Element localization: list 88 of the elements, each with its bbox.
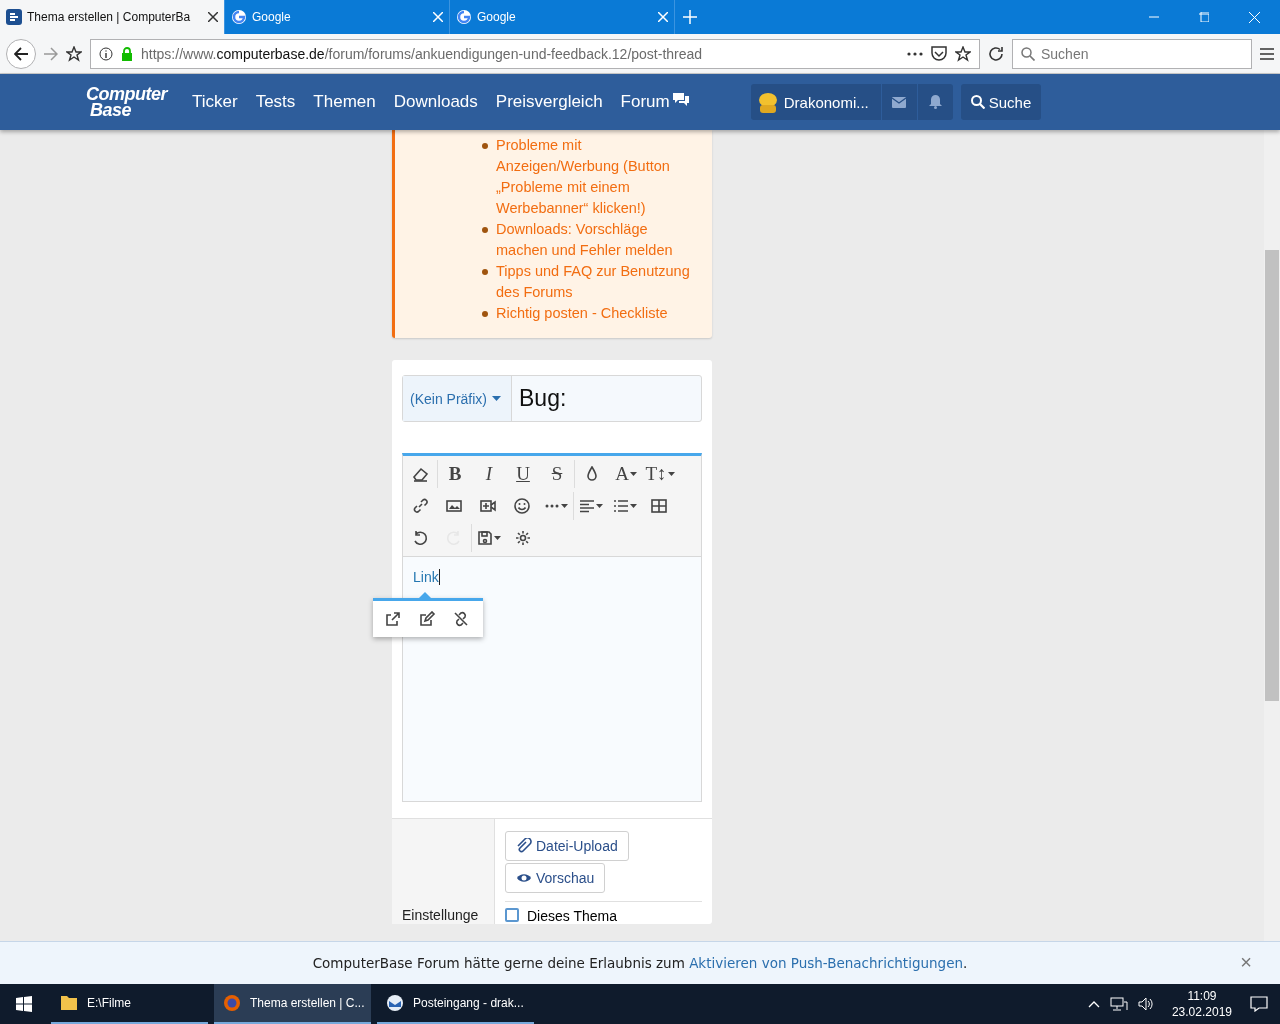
folder-icon bbox=[59, 993, 79, 1013]
nav-link[interactable]: Downloads bbox=[384, 92, 487, 112]
menu-icon[interactable] bbox=[1260, 47, 1274, 60]
droplet-icon bbox=[584, 466, 600, 482]
site-logo[interactable]: Computer Base bbox=[72, 85, 167, 119]
notifications-icon[interactable] bbox=[1250, 996, 1268, 1012]
restore-icon[interactable] bbox=[1199, 12, 1209, 22]
bell-icon[interactable] bbox=[928, 95, 942, 109]
link-icon bbox=[412, 498, 428, 514]
video-icon bbox=[480, 498, 496, 514]
toolbar-button[interactable]: B bbox=[438, 460, 472, 488]
new-tab-icon[interactable] bbox=[683, 10, 697, 24]
smiley-icon bbox=[514, 498, 530, 514]
checkbox-label: Dieses Thema bbox=[527, 908, 617, 924]
bullet-dot bbox=[482, 311, 488, 317]
taskbar-item[interactable]: Posteingang - drak... bbox=[377, 984, 534, 1024]
close-button[interactable]: × bbox=[1240, 951, 1252, 974]
search-icon bbox=[970, 95, 985, 109]
eraser-icon bbox=[412, 466, 428, 482]
gear-icon bbox=[515, 530, 531, 546]
prefix-dropdown[interactable]: (Kein Präfix) bbox=[403, 376, 512, 421]
table-icon bbox=[651, 498, 667, 514]
editor-field[interactable]: Link bbox=[403, 557, 701, 801]
caret-icon bbox=[561, 504, 568, 508]
bullet-list-icon bbox=[613, 498, 629, 514]
nav-link[interactable]: Themen bbox=[304, 92, 385, 112]
taskbar-item[interactable]: Thema erstellen | C... bbox=[214, 984, 371, 1024]
network-icon[interactable] bbox=[1109, 997, 1128, 1011]
site-icon bbox=[6, 9, 22, 25]
url-field[interactable]: https://www.computerbase.de/forum/forums/ankuendigungen-und-feedback.12/post-thread bbox=[90, 38, 980, 69]
reload-icon[interactable] bbox=[988, 45, 1004, 62]
undo-icon bbox=[412, 530, 428, 546]
pocket-icon[interactable] bbox=[931, 46, 947, 61]
close-icon[interactable] bbox=[208, 12, 218, 22]
bullet-dot bbox=[482, 227, 488, 233]
star-icon[interactable] bbox=[955, 45, 971, 62]
notification-message: ComputerBase Forum hätte gerne deine Erlaubnis zum Aktivieren von Push-Benachrichtigungen. bbox=[312, 955, 968, 971]
chat-bubbles-icon bbox=[671, 92, 690, 108]
browser-tab[interactable]: Thema erstellen | ComputerBa bbox=[0, 0, 225, 34]
browser-icon bbox=[222, 993, 242, 1013]
form-button[interactable]: Vorschau bbox=[505, 863, 606, 893]
bullet-dot bbox=[482, 269, 488, 275]
toolbar-button[interactable]: I bbox=[472, 460, 506, 488]
back-arrow-icon bbox=[14, 46, 28, 61]
back-button[interactable] bbox=[6, 38, 36, 69]
lock-icon bbox=[121, 46, 133, 61]
toolbar-button[interactable]: T↕ bbox=[643, 460, 677, 488]
google-icon bbox=[231, 9, 247, 25]
mail-icon bbox=[385, 993, 405, 1013]
chevron-up-icon[interactable] bbox=[1087, 1000, 1100, 1008]
envelope-icon[interactable] bbox=[892, 96, 907, 108]
google-icon bbox=[456, 9, 472, 25]
bullet-dot bbox=[482, 143, 488, 149]
volume-icon[interactable] bbox=[1137, 997, 1154, 1011]
more-icon[interactable] bbox=[907, 51, 923, 56]
checkbox[interactable] bbox=[505, 908, 519, 922]
caret-icon bbox=[630, 504, 637, 508]
nav-link[interactable]: Ticker bbox=[183, 92, 247, 112]
forward-arrow-icon[interactable] bbox=[44, 46, 58, 61]
taskbar-item[interactable]: E:\Filme bbox=[51, 984, 208, 1024]
caret-icon bbox=[492, 396, 502, 401]
image-icon bbox=[446, 498, 462, 514]
form-button[interactable]: Datei-Upload bbox=[505, 831, 629, 861]
toolbar-button[interactable]: S bbox=[540, 460, 574, 488]
caret-icon bbox=[629, 472, 637, 476]
bookmark-star-icon[interactable] bbox=[66, 45, 82, 62]
clock[interactable]: 11:09 23.02.2019 bbox=[1171, 988, 1232, 1020]
search-button[interactable]: Suche bbox=[960, 84, 1042, 120]
external-link-icon[interactable] bbox=[385, 611, 403, 627]
search-icon bbox=[1021, 46, 1035, 61]
toolbar-button[interactable]: U bbox=[506, 460, 540, 488]
paperclip-icon bbox=[516, 838, 532, 854]
caret-icon bbox=[667, 472, 675, 476]
search-field[interactable]: Suchen bbox=[1012, 38, 1252, 69]
toolbar-button[interactable]: A bbox=[609, 460, 643, 488]
scrollbar[interactable] bbox=[1264, 130, 1280, 941]
edit-icon[interactable] bbox=[419, 611, 437, 627]
info-icon bbox=[99, 46, 113, 61]
title-field[interactable]: (Kein Präfix) Bug: bbox=[402, 375, 702, 422]
nav-link[interactable]: Tests bbox=[246, 92, 305, 112]
caret-icon bbox=[596, 504, 603, 508]
field-label: Einstellunge bbox=[402, 907, 479, 923]
permission-link[interactable]: Aktivieren von Push-Benachrichtigungen bbox=[689, 955, 964, 971]
caret-icon bbox=[494, 536, 501, 540]
align-left-icon bbox=[579, 498, 595, 514]
windows-start-icon[interactable] bbox=[16, 996, 32, 1012]
nav-link[interactable]: Forum bbox=[611, 92, 699, 112]
nav-link[interactable]: Preisvergleich bbox=[486, 92, 612, 112]
